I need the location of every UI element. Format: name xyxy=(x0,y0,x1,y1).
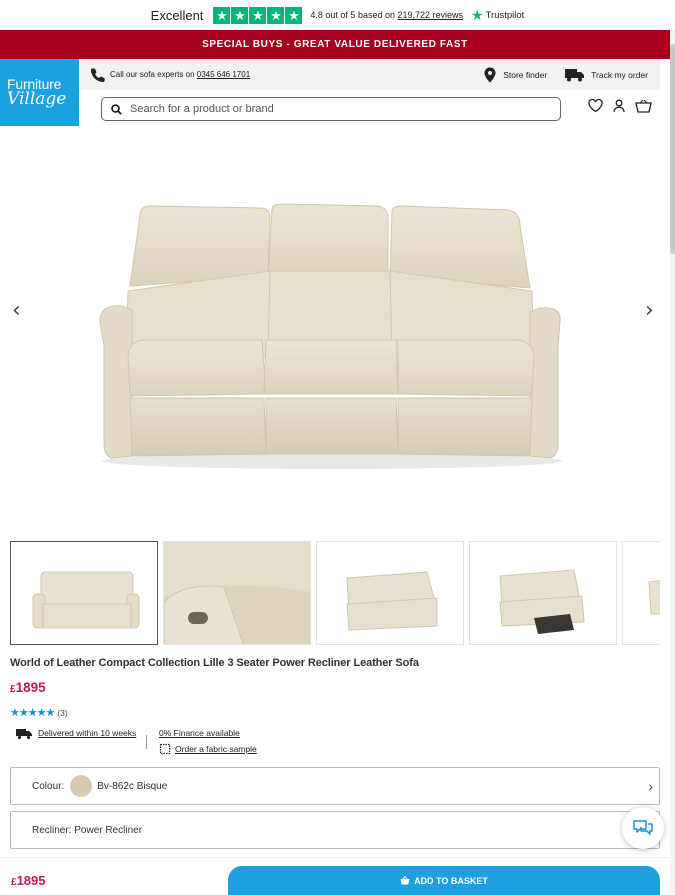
call-text: Call our sofa experts on 0345 646 1701 xyxy=(110,70,251,79)
delivery-truck-icon xyxy=(565,68,585,81)
product-price: £1895 xyxy=(10,680,46,695)
store-finder-link[interactable]: Store finder xyxy=(503,70,547,80)
product-main-image[interactable]: ‹ › xyxy=(0,126,660,538)
thumbnail-image xyxy=(346,571,438,631)
site-header: Furniture Village Call our sofa experts … xyxy=(0,59,660,126)
colour-selector[interactable]: Colour: Bv-862c Bisque › xyxy=(10,767,660,805)
colour-swatch xyxy=(70,775,93,797)
chat-icon xyxy=(633,820,653,835)
phone-icon xyxy=(91,68,105,82)
thumbnail-angle[interactable] xyxy=(316,541,464,645)
promo-banner[interactable]: SPECIAL BUYS - GREAT VALUE DELIVERED FAS… xyxy=(0,30,670,59)
thumbnail-image xyxy=(164,542,310,644)
add-to-basket-button[interactable]: ADD TO BASKET xyxy=(228,866,660,895)
chevron-right-icon: › xyxy=(648,778,653,794)
colour-value: Bv-862c Bisque xyxy=(97,780,168,792)
colour-label: Colour: xyxy=(32,780,65,792)
chat-button[interactable] xyxy=(622,807,664,849)
sofa-image xyxy=(99,203,562,469)
thumbnail-detail[interactable] xyxy=(163,541,311,645)
trust-rating-word: Excellent xyxy=(150,7,204,23)
location-pin-icon xyxy=(484,67,496,82)
basket-icon[interactable] xyxy=(635,99,652,113)
thumbnail-image xyxy=(32,571,140,629)
trust-score: 4.8 out of 5 based on 219,722 reviews xyxy=(310,10,464,20)
trustpilot-star-icon: ★ xyxy=(471,6,484,23)
thumbnail-front[interactable] xyxy=(10,541,158,645)
header-utilities: Store finder Track my order xyxy=(483,59,648,90)
thumbnail-strip xyxy=(10,541,660,645)
star-icon: ★ xyxy=(285,6,303,24)
search-row xyxy=(79,90,660,126)
star-icon: ★ xyxy=(213,6,231,24)
star-icon: ★ xyxy=(267,6,285,24)
delivery-van-icon xyxy=(16,729,32,740)
star-icon: ★ xyxy=(249,6,267,24)
thumbnail-reclined[interactable] xyxy=(469,541,617,645)
fabric-swatch-icon xyxy=(159,743,171,755)
delivery-info: Delivered within 10 weeks 0% Finance ava… xyxy=(16,727,656,755)
trustpilot-logo[interactable]: ★ Trustpilot xyxy=(471,7,524,24)
gallery-next-arrow[interactable]: › xyxy=(645,298,654,323)
recliner-label: Recliner: Power Recliner xyxy=(32,824,143,836)
thumbnail-image xyxy=(648,580,660,615)
thumbnail-side[interactable] xyxy=(622,541,660,645)
product-title: World of Leather Compact Collection Lill… xyxy=(10,657,419,669)
track-order-link[interactable]: Track my order xyxy=(591,70,648,80)
product-rating[interactable]: ★★★★★ (3) xyxy=(10,706,68,719)
phone-number-link[interactable]: 0345 646 1701 xyxy=(197,70,250,79)
finance-link[interactable]: 0% Finance available xyxy=(159,727,240,740)
delivery-time[interactable]: Delivered within 10 weeks xyxy=(16,727,138,740)
account-user-icon[interactable] xyxy=(612,99,626,113)
rating-stars-icon: ★★★★★ xyxy=(10,707,55,719)
trust-stars: ★ ★ ★ ★ ★ xyxy=(213,6,303,24)
search-box[interactable] xyxy=(101,97,561,121)
footer-price: £1895 xyxy=(11,873,46,888)
thumbnail-image xyxy=(499,569,585,634)
header-icons xyxy=(588,99,652,113)
basket-icon xyxy=(400,876,410,885)
trust-reviews-link[interactable]: 219,722 reviews xyxy=(398,10,464,20)
search-icon xyxy=(111,103,122,115)
site-logo[interactable]: Furniture Village xyxy=(0,59,79,126)
divider xyxy=(146,735,147,749)
wishlist-heart-icon[interactable] xyxy=(588,99,603,113)
gallery-prev-arrow[interactable]: ‹ xyxy=(12,298,21,323)
call-bar: Call our sofa experts on 0345 646 1701 S… xyxy=(79,59,660,90)
trustpilot-bar: Excellent ★ ★ ★ ★ ★ 4.8 out of 5 based o… xyxy=(0,0,675,30)
recliner-option[interactable]: Recliner: Power Recliner xyxy=(10,811,660,849)
search-input[interactable] xyxy=(130,103,530,115)
sticky-footer: £1895 ADD TO BASKET xyxy=(0,857,670,895)
scrollbar-thumb[interactable] xyxy=(670,44,675,254)
review-count: (3) xyxy=(57,707,68,718)
fabric-sample-link[interactable]: Order a fabric sample xyxy=(159,743,257,755)
star-icon: ★ xyxy=(231,6,249,24)
